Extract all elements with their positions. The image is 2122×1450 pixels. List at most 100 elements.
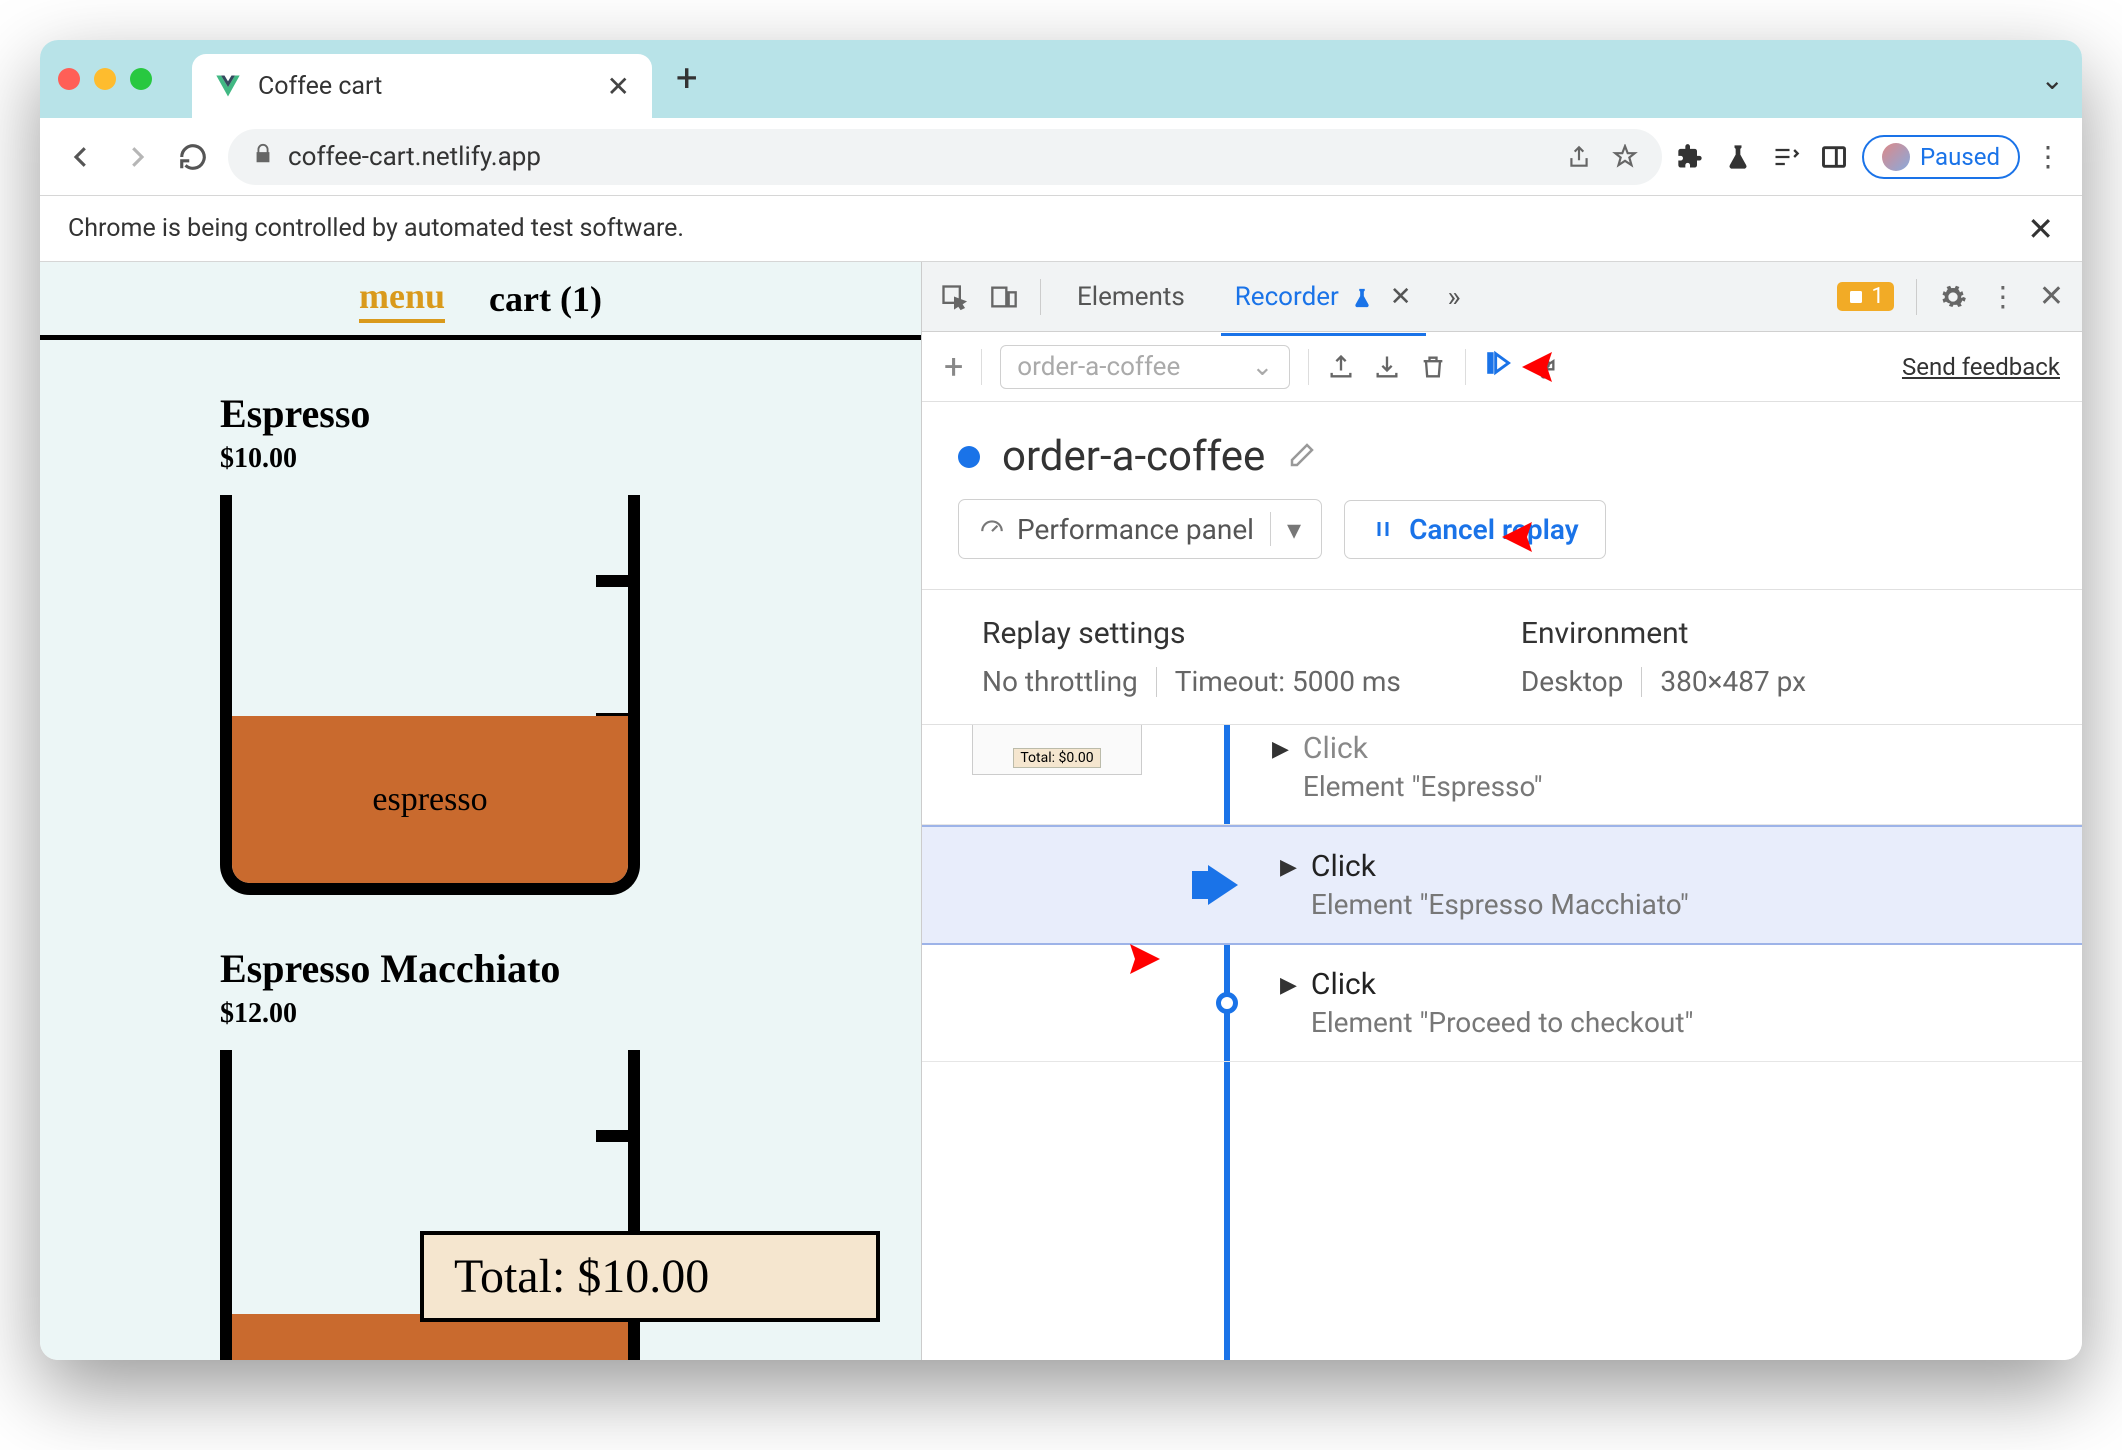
- total-overlay[interactable]: Total: $10.00: [420, 1231, 880, 1322]
- flask-icon: [1351, 287, 1373, 309]
- minimize-window-button[interactable]: [94, 68, 116, 90]
- recording-selector[interactable]: order-a-coffee ⌄: [1000, 345, 1290, 389]
- throttling-value[interactable]: No throttling: [982, 665, 1138, 698]
- disclosure-triangle-icon[interactable]: ▶: [1272, 737, 1289, 762]
- product-cup-espresso[interactable]: espresso: [220, 495, 640, 895]
- vue-favicon-icon: [214, 72, 242, 100]
- inspect-element-icon[interactable]: [940, 283, 968, 311]
- performance-panel-button[interactable]: Performance panel ▾: [958, 499, 1322, 559]
- recorder-timeline: Total: $0.00 ▶ Click Element "Espresso": [922, 725, 2082, 1360]
- new-recording-icon[interactable]: +: [944, 347, 963, 387]
- recording-status-dot: [958, 446, 980, 468]
- cancel-replay-button[interactable]: Cancel replay: [1344, 500, 1606, 559]
- overflow-menu-button[interactable]: ⋮: [2034, 140, 2062, 173]
- back-button[interactable]: [60, 136, 102, 178]
- environment-header: Environment: [1521, 616, 1806, 651]
- paused-label: Paused: [1920, 143, 2000, 171]
- more-tabs-icon[interactable]: »: [1448, 280, 1461, 313]
- avatar-icon: [1882, 143, 1910, 171]
- current-step-marker-icon: [1208, 865, 1258, 905]
- recorder-settings-row: Replay settings No throttling Timeout: 5…: [922, 589, 2082, 725]
- recording-title-row: order-a-coffee: [922, 402, 2082, 499]
- edit-title-icon[interactable]: [1287, 440, 1317, 474]
- send-feedback-link[interactable]: Send feedback: [1902, 353, 2060, 381]
- browser-toolbar: coffee-cart.netlify.app Paused ⋮: [40, 118, 2082, 196]
- issues-badge[interactable]: 1: [1837, 282, 1893, 311]
- replay-settings-header: Replay settings: [982, 616, 1401, 651]
- infobar-text: Chrome is being controlled by automated …: [68, 214, 684, 243]
- close-window-button[interactable]: [58, 68, 80, 90]
- nav-cart-link[interactable]: cart (1): [489, 278, 602, 320]
- viewport-value[interactable]: 380×487 px: [1660, 665, 1806, 698]
- pause-icon: [1371, 517, 1395, 541]
- step-element: Element "Espresso Macchiato": [1311, 888, 1689, 921]
- product-price: $12.00: [220, 998, 921, 1030]
- forward-button[interactable]: [116, 136, 158, 178]
- devtools-panel: Elements Recorder ✕ » 1 ⋮ ✕ +: [922, 262, 2082, 1360]
- device-toggle-icon[interactable]: [990, 283, 1018, 311]
- address-bar[interactable]: coffee-cart.netlify.app: [228, 129, 1662, 185]
- timeline-step-current[interactable]: ▶ Click Element "Espresso Macchiato": [922, 825, 2082, 945]
- step-element: Element "Proceed to checkout": [1311, 1006, 1694, 1039]
- chevron-down-icon: ⌄: [1252, 352, 1274, 382]
- url-text: coffee-cart.netlify.app: [288, 142, 1552, 172]
- recorder-toolbar: + order-a-coffee ⌄ Send feedback: [922, 332, 2082, 402]
- bookmark-star-icon[interactable]: [1612, 144, 1638, 170]
- step-over-icon[interactable]: [1530, 353, 1558, 381]
- nav-menu-link[interactable]: menu: [359, 275, 445, 323]
- close-panel-icon[interactable]: ✕: [1390, 282, 1412, 312]
- recording-title: order-a-coffee: [1002, 432, 1265, 481]
- dropdown-caret-icon[interactable]: ▾: [1287, 513, 1301, 546]
- recorder-action-buttons: Performance panel ▾ Cancel replay: [922, 499, 2082, 589]
- webpage-viewport: menu cart (1) Espresso $10.00 espresso E…: [40, 262, 922, 1360]
- product-price: $10.00: [220, 443, 921, 475]
- new-tab-button[interactable]: +: [676, 57, 698, 101]
- lock-icon: [252, 142, 274, 172]
- delete-trash-icon[interactable]: [1419, 353, 1447, 381]
- disclosure-triangle-icon[interactable]: ▶: [1280, 973, 1297, 998]
- step-thumbnail: Total: $0.00: [972, 725, 1142, 775]
- tab-recorder[interactable]: Recorder ✕: [1221, 282, 1426, 336]
- export-icon[interactable]: [1327, 353, 1355, 381]
- close-tab-icon[interactable]: ✕: [607, 70, 630, 103]
- cup-fill-label: espresso: [372, 781, 487, 819]
- extensions-area: [1676, 143, 1848, 171]
- replay-button-icon[interactable]: [1484, 349, 1512, 384]
- flask-icon[interactable]: [1724, 143, 1752, 171]
- maximize-window-button[interactable]: [130, 68, 152, 90]
- close-infobar-icon[interactable]: ✕: [2027, 210, 2054, 248]
- browser-tab[interactable]: Coffee cart ✕: [192, 54, 652, 118]
- extensions-icon[interactable]: [1676, 143, 1704, 171]
- tab-elements[interactable]: Elements: [1063, 282, 1199, 312]
- close-devtools-icon[interactable]: ✕: [2039, 279, 2064, 314]
- product-name: Espresso Macchiato: [220, 945, 921, 992]
- step-action: Click: [1311, 967, 1694, 1002]
- product-item: Espresso $10.00 espresso: [220, 390, 921, 895]
- device-value[interactable]: Desktop: [1521, 665, 1623, 698]
- window-titlebar: Coffee cart ✕ + ⌄: [40, 40, 2082, 118]
- profile-paused-chip[interactable]: Paused: [1862, 135, 2020, 179]
- timeline-step[interactable]: ▶ Click Element "Proceed to checkout": [922, 945, 2082, 1062]
- automation-infobar: Chrome is being controlled by automated …: [40, 196, 2082, 262]
- tab-search-icon[interactable]: ⌄: [2041, 63, 2064, 96]
- step-element: Element "Espresso": [1303, 770, 1543, 803]
- settings-gear-icon[interactable]: [1939, 283, 1967, 311]
- step-action: Click: [1303, 731, 1543, 766]
- traffic-lights: [58, 68, 152, 90]
- reload-button[interactable]: [172, 136, 214, 178]
- tab-title: Coffee cart: [258, 72, 382, 101]
- site-nav: menu cart (1): [40, 262, 921, 340]
- reading-list-icon[interactable]: [1772, 143, 1800, 171]
- timeout-value[interactable]: Timeout: 5000 ms: [1175, 665, 1401, 698]
- product-name: Espresso: [220, 390, 921, 437]
- step-action: Click: [1311, 849, 1689, 884]
- disclosure-triangle-icon[interactable]: ▶: [1280, 855, 1297, 880]
- side-panel-icon[interactable]: [1820, 143, 1848, 171]
- step-marker-icon: [1216, 992, 1238, 1014]
- share-icon[interactable]: [1566, 144, 1592, 170]
- gauge-icon: [979, 516, 1005, 542]
- import-icon[interactable]: [1373, 353, 1401, 381]
- devtools-tabstrip: Elements Recorder ✕ » 1 ⋮ ✕: [922, 262, 2082, 332]
- timeline-step[interactable]: Total: $0.00 ▶ Click Element "Espresso": [922, 725, 2082, 825]
- devtools-kebab-icon[interactable]: ⋮: [1989, 280, 2017, 313]
